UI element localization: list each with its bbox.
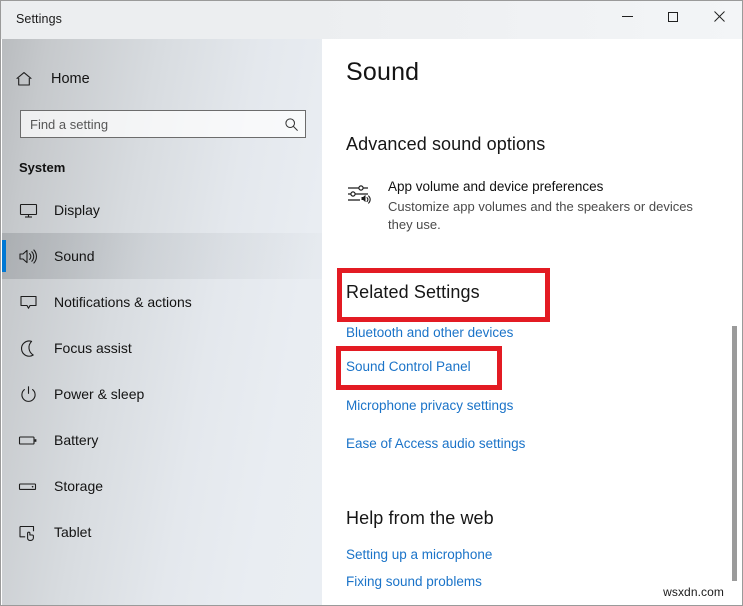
app-volume-device-preferences-title: App volume and device preferences <box>388 179 603 194</box>
sidebar-item-display[interactable]: Display <box>2 187 322 233</box>
sidebar-item-notifications-actions[interactable]: Notifications & actions <box>2 279 322 325</box>
sidebar-item-label: Focus assist <box>54 340 132 356</box>
sidebar-item-label: Display <box>54 202 100 218</box>
app-volume-device-preferences-description: Customize app volumes and the speakers o… <box>388 198 706 233</box>
link-ease-of-access-audio-settings[interactable]: Ease of Access audio settings <box>346 436 525 451</box>
content-pane: Sound Advanced sound options App volume … <box>322 39 742 606</box>
sidebar-group-title: System <box>19 160 65 175</box>
speaker-icon <box>2 247 54 266</box>
sidebar-item-label: Battery <box>54 432 98 448</box>
search-box[interactable] <box>20 110 306 138</box>
sidebar-nav: Display Sound <box>2 187 322 555</box>
link-fixing-sound-problems[interactable]: Fixing sound problems <box>346 574 482 589</box>
link-setting-up-a-microphone[interactable]: Setting up a microphone <box>346 547 492 562</box>
sidebar-home-label: Home <box>51 71 90 87</box>
sidebar-item-label: Notifications & actions <box>54 294 192 310</box>
selection-accent <box>2 240 6 272</box>
app-volume-device-preferences-text: App volume and device preferences Custom… <box>384 178 706 233</box>
close-button[interactable] <box>696 1 742 32</box>
battery-icon <box>2 431 54 450</box>
search-input[interactable] <box>21 112 277 136</box>
app-volume-device-preferences-row[interactable]: App volume and device preferences Custom… <box>346 178 718 233</box>
power-icon <box>2 385 54 404</box>
watermark: wsxdn.com <box>663 585 724 599</box>
storage-icon <box>2 477 54 496</box>
maximize-icon <box>668 12 678 22</box>
link-bluetooth-and-other-devices[interactable]: Bluetooth and other devices <box>346 325 513 340</box>
advanced-sound-options-heading: Advanced sound options <box>346 134 545 155</box>
window-title: Settings <box>16 12 62 26</box>
app-volume-mixer-icon <box>346 178 384 213</box>
home-icon <box>2 70 46 88</box>
link-microphone-privacy-settings[interactable]: Microphone privacy settings <box>346 398 513 413</box>
monitor-icon <box>2 201 54 220</box>
sidebar-item-label: Storage <box>54 478 103 494</box>
sidebar-item-label: Sound <box>54 248 94 264</box>
window-controls <box>604 1 742 32</box>
notification-icon <box>2 293 54 312</box>
moon-icon <box>2 339 54 358</box>
sidebar-item-label: Power & sleep <box>54 386 144 402</box>
search-icon[interactable] <box>277 117 305 132</box>
sidebar-item-label: Tablet <box>54 524 91 540</box>
close-icon <box>714 11 725 22</box>
content-scrollbar[interactable] <box>727 39 741 606</box>
sidebar-item-battery[interactable]: Battery <box>2 417 322 463</box>
sidebar: Home System <box>2 39 322 606</box>
minimize-icon <box>622 11 633 22</box>
tablet-icon <box>2 523 54 542</box>
settings-window: Settings <box>0 0 743 606</box>
sidebar-item-storage[interactable]: Storage <box>2 463 322 509</box>
help-from-the-web-heading: Help from the web <box>346 508 494 529</box>
sidebar-item-tablet[interactable]: Tablet <box>2 509 322 555</box>
maximize-button[interactable] <box>650 1 696 32</box>
sidebar-item-sound[interactable]: Sound <box>2 233 322 279</box>
sidebar-item-power-sleep[interactable]: Power & sleep <box>2 371 322 417</box>
scrollbar-thumb[interactable] <box>732 326 737 581</box>
sidebar-item-focus-assist[interactable]: Focus assist <box>2 325 322 371</box>
title-bar: Settings <box>1 1 742 39</box>
page-title: Sound <box>346 58 419 87</box>
related-settings-heading: Related Settings <box>346 282 480 303</box>
link-sound-control-panel[interactable]: Sound Control Panel <box>346 359 471 374</box>
sidebar-item-home[interactable]: Home <box>2 62 322 96</box>
minimize-button[interactable] <box>604 1 650 32</box>
